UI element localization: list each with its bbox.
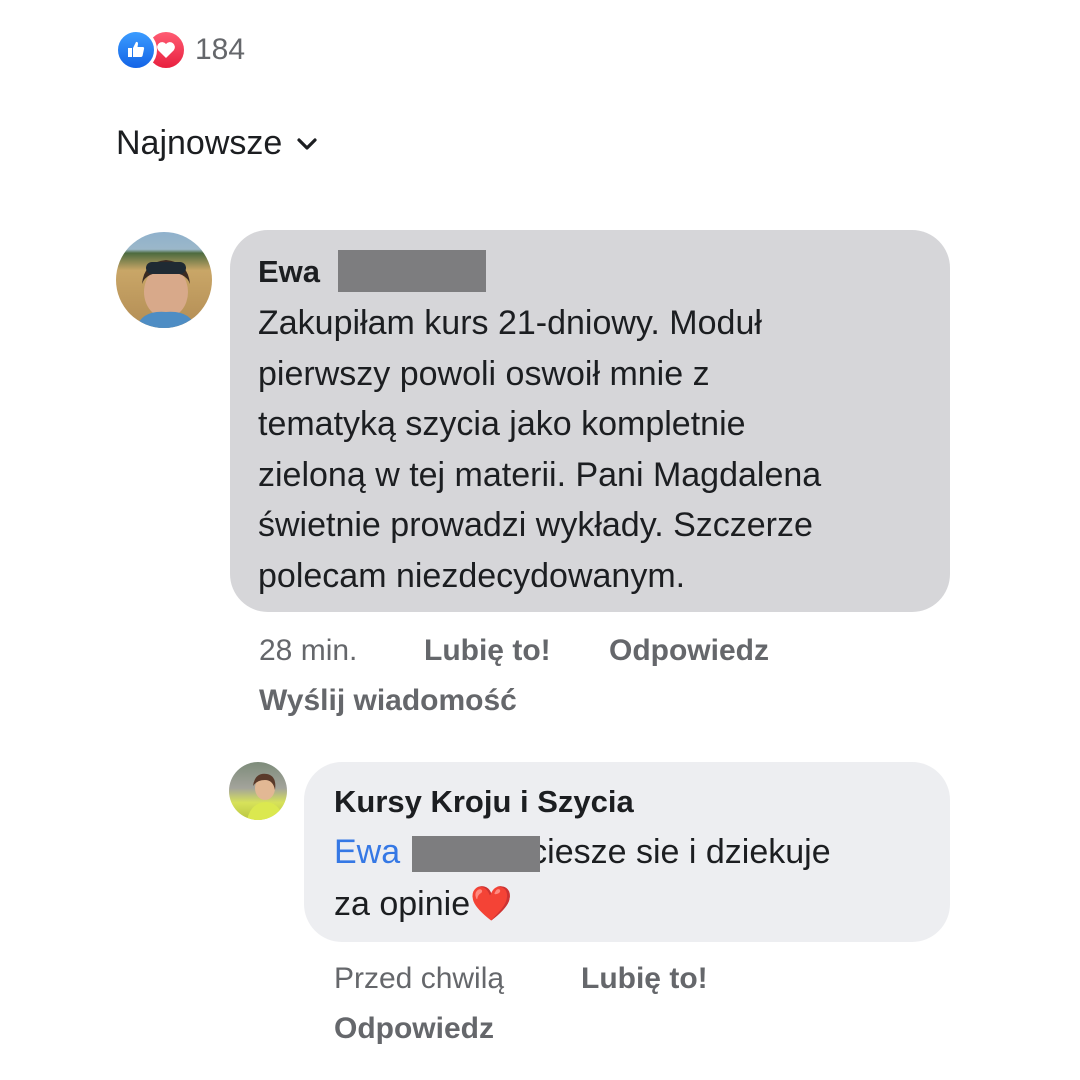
avatar[interactable] — [116, 232, 212, 328]
like-icon — [115, 29, 157, 71]
redaction-box — [338, 250, 486, 292]
sort-label: Najnowsze — [116, 124, 283, 162]
comment-timestamp[interactable]: 28 min. — [259, 634, 357, 668]
reactions-summary[interactable]: 184 — [115, 29, 246, 71]
reaction-count: 184 — [195, 33, 246, 66]
heart-emoji-icon: ❤️ — [470, 885, 513, 923]
reply-reply-button[interactable]: Odpowiedz — [334, 1012, 494, 1046]
reply-author[interactable]: Kursy Kroju i Szycia — [334, 784, 634, 820]
send-message-button[interactable]: Wyślij wiadomość — [259, 684, 517, 718]
comment-author[interactable]: Ewa — [258, 254, 320, 290]
reply-button[interactable]: Odpowiedz — [609, 634, 769, 668]
reply-text-line-2: za opinie❤️ — [334, 878, 512, 930]
chevron-down-icon — [296, 137, 318, 151]
page-avatar[interactable] — [229, 762, 287, 820]
like-button[interactable]: Lubię to! — [424, 634, 551, 668]
reply-text: ciesze sie i dziekuje — [530, 833, 831, 871]
sort-dropdown[interactable]: Najnowsze — [116, 124, 318, 163]
mention-link[interactable]: Ewa — [334, 833, 400, 871]
comment-text: Zakupiłam kurs 21-dniowy. Moduł pierwszy… — [258, 304, 822, 595]
reply-like-button[interactable]: Lubię to! — [581, 962, 708, 996]
reply-timestamp[interactable]: Przed chwilą — [334, 962, 504, 996]
reply-text-continued: za opinie — [334, 885, 471, 923]
reply-text-line-1: Ewa ciesze sie i dziekuje — [334, 826, 831, 878]
redaction-box — [412, 836, 540, 872]
